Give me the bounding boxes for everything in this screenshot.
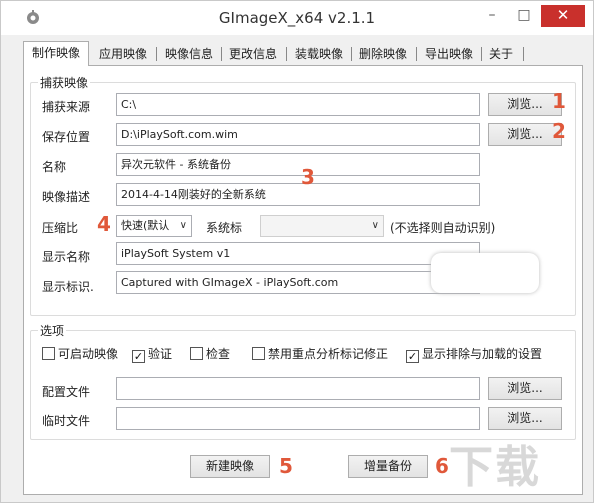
system-label: 系统标 [206, 221, 243, 235]
system-hint: (不选择则自动识别) [390, 221, 496, 235]
show-exclusions-label: 显示排除与加载的设置 [422, 347, 543, 361]
capture-group-title: 捕获映像 [38, 74, 91, 91]
app-window: GImageX_x64 v2.1.1 – □ ✕ 制作映像 应用映像 映像信息 … [0, 0, 594, 503]
check-checkbox[interactable]: 检查 [190, 345, 230, 362]
annotation-2: 2 [552, 119, 566, 143]
name-field[interactable]: 异次元软件 - 系统备份 [116, 153, 480, 176]
checkbox-box [252, 347, 265, 360]
blank-overlay [431, 253, 539, 293]
chevron-down-icon: ∨ [179, 220, 187, 231]
show-exclusions-checkbox[interactable]: ✓ 显示排除与加载的设置 [406, 345, 542, 363]
new-image-button[interactable]: 新建映像 [190, 455, 270, 478]
title-bar: GImageX_x64 v2.1.1 – □ ✕ [1, 1, 593, 35]
tab-divider [286, 47, 287, 61]
disable-reparse-label: 禁用重点分析标记修正 [268, 347, 389, 361]
checkbox-box [190, 347, 203, 360]
config-file-label: 配置文件 [42, 385, 91, 399]
verify-label: 验证 [148, 347, 173, 361]
checkmark-icon: ✓ [406, 350, 419, 363]
check-label: 检查 [206, 347, 231, 361]
description-field[interactable]: 2014-4-14刚装好的全新系统 [116, 183, 480, 206]
display-name-field[interactable]: iPlaySoft System v1 [116, 242, 480, 265]
incremental-backup-button[interactable]: 增量备份 [348, 455, 428, 478]
tab-image-info[interactable]: 映像信息 [159, 43, 219, 65]
verify-checkbox[interactable]: ✓ 验证 [132, 345, 172, 363]
minimize-button[interactable]: – [479, 5, 505, 27]
temp-file-label: 临时文件 [42, 414, 91, 428]
checkmark-icon: ✓ [132, 350, 145, 363]
description-label: 映像描述 [42, 190, 91, 204]
tab-about[interactable]: 关于 [483, 43, 519, 65]
tab-delete-image[interactable]: 删除映像 [353, 43, 413, 65]
tab-apply-image[interactable]: 应用映像 [93, 43, 153, 65]
tab-mount-image[interactable]: 装载映像 [289, 43, 349, 65]
display-flag-label: 显示标识. [42, 280, 94, 294]
options-group-title: 选项 [38, 322, 67, 339]
close-button[interactable]: ✕ [541, 5, 585, 27]
tab-divider [523, 47, 524, 61]
compression-label: 压缩比 [42, 221, 79, 235]
save-location-label: 保存位置 [42, 130, 91, 144]
bootable-checkbox[interactable]: 可启动映像 [42, 345, 118, 362]
temp-file-field[interactable] [116, 407, 480, 430]
source-label: 捕获来源 [42, 100, 91, 114]
tab-divider [481, 47, 482, 61]
disable-reparse-checkbox[interactable]: 禁用重点分析标记修正 [252, 345, 388, 362]
tab-export-image[interactable]: 导出映像 [419, 43, 479, 65]
annotation-4: 4 [97, 212, 111, 236]
save-browse-button[interactable]: 浏览... [488, 123, 562, 146]
tab-divider [156, 47, 157, 61]
config-file-field[interactable] [116, 377, 480, 400]
tab-divider [351, 47, 352, 61]
checkbox-box [42, 347, 55, 360]
annotation-5: 5 [279, 454, 293, 478]
maximize-button[interactable]: □ [511, 5, 537, 27]
bootable-label: 可启动映像 [58, 347, 119, 361]
compression-select[interactable]: 快速(默认 ∨ [116, 215, 192, 237]
system-select[interactable]: ∨ [260, 215, 384, 237]
name-label: 名称 [42, 160, 67, 174]
tab-change-info[interactable]: 更改信息 [223, 43, 283, 65]
display-flag-field[interactable]: Captured with GImageX - iPlaySoft.com [116, 271, 480, 294]
source-field[interactable]: C:\ [116, 93, 480, 116]
tab-create-image[interactable]: 制作映像 [23, 41, 89, 66]
annotation-1: 1 [552, 89, 566, 113]
tab-divider [221, 47, 222, 61]
annotation-6: 6 [435, 454, 449, 478]
source-browse-button[interactable]: 浏览... [488, 93, 562, 116]
chevron-down-icon: ∨ [371, 220, 379, 231]
config-browse-button[interactable]: 浏览... [488, 377, 562, 400]
watermark-logo: 下载 [449, 442, 541, 493]
annotation-3: 3 [301, 165, 315, 189]
tab-divider [416, 47, 417, 61]
temp-browse-button[interactable]: 浏览... [488, 407, 562, 430]
display-name-label: 显示名称 [42, 250, 91, 264]
save-location-field[interactable]: D:\iPlaySoft.com.wim [116, 123, 480, 146]
compression-value: 快速(默认 [121, 219, 170, 232]
